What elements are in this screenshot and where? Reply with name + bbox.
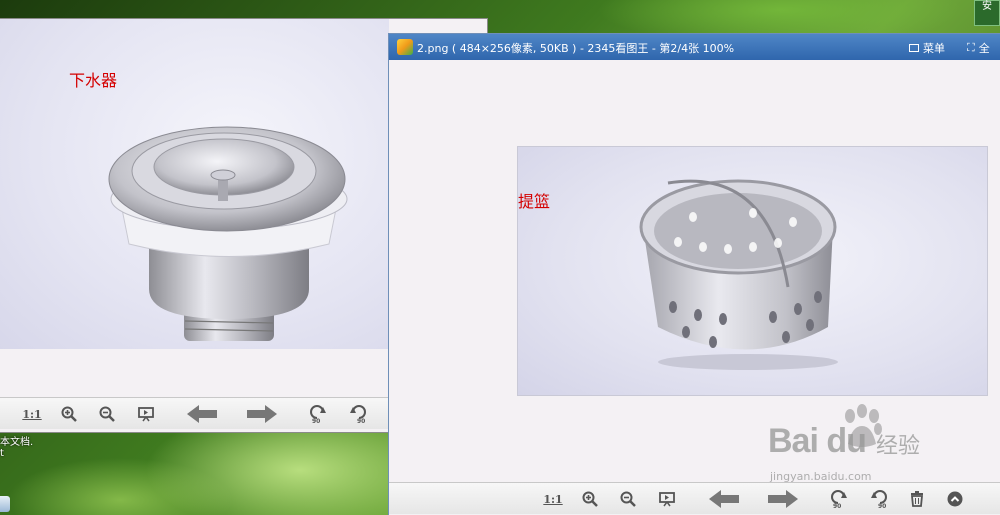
app-logo-icon bbox=[397, 39, 413, 55]
fullscreen-label: 全 bbox=[978, 42, 990, 55]
strainer-basket-photo bbox=[517, 146, 988, 396]
rotate-left-label: 90 bbox=[312, 418, 320, 424]
watermark-cn: 经验 bbox=[876, 434, 921, 459]
watermark-logo: Bai du bbox=[768, 422, 867, 460]
menu-button[interactable]: 菜单 bbox=[909, 40, 945, 56]
slideshow-icon[interactable] bbox=[657, 489, 677, 509]
zoom-in-icon[interactable] bbox=[59, 404, 79, 424]
rotate-left-label: 90 bbox=[833, 503, 841, 509]
window-title: 2.png ( 484×256像素, 50KB ) - 2345看图王 - 第2… bbox=[417, 42, 735, 55]
sink-drain-photo bbox=[0, 19, 389, 349]
strainer-basket-illustration bbox=[639, 179, 838, 370]
watermark-url: jingyan.baidu.com bbox=[770, 470, 872, 483]
slideshow-icon[interactable] bbox=[136, 404, 156, 424]
fullscreen-button[interactable]: ⛶ 全 bbox=[967, 40, 990, 56]
desktop-text-line-2: t bbox=[0, 448, 4, 459]
previous-image-button[interactable] bbox=[709, 489, 739, 509]
desktop-app-icon[interactable]: 安 bbox=[974, 0, 1000, 26]
menu-label: 菜单 bbox=[923, 42, 945, 55]
rotate-right-label: 90 bbox=[878, 503, 886, 509]
desktop-file-label[interactable]: 本文档. t bbox=[0, 437, 33, 459]
actual-size-button[interactable]: 1:1 bbox=[542, 489, 564, 509]
previous-image-button[interactable] bbox=[187, 404, 217, 424]
image-caption-basket: 提篮 bbox=[518, 192, 551, 211]
rotate-right-icon[interactable]: 90 bbox=[347, 404, 367, 424]
fullscreen-icon: ⛶ bbox=[967, 41, 975, 54]
baidu-jingyan-watermark: Bai du 经验 jingyan.baidu.com bbox=[768, 404, 968, 494]
rotate-left-icon[interactable]: 90 bbox=[309, 404, 329, 424]
sink-drain-illustration bbox=[108, 126, 348, 341]
actual-size-button[interactable]: 1:1 bbox=[21, 404, 43, 424]
next-image-button[interactable] bbox=[247, 404, 277, 424]
desktop-text-line-1: 本文档. bbox=[0, 437, 34, 448]
desktop-document-icon[interactable] bbox=[0, 496, 10, 512]
menu-icon bbox=[909, 44, 919, 52]
image-caption-drain: 下水器 bbox=[69, 71, 118, 90]
zoom-out-icon[interactable] bbox=[97, 404, 117, 424]
rotate-right-label: 90 bbox=[357, 418, 365, 424]
titlebar[interactable]: 2.png ( 484×256像素, 50KB ) - 2345看图王 - 第2… bbox=[389, 34, 1000, 60]
zoom-in-icon[interactable] bbox=[580, 489, 600, 509]
zoom-out-icon[interactable] bbox=[618, 489, 638, 509]
